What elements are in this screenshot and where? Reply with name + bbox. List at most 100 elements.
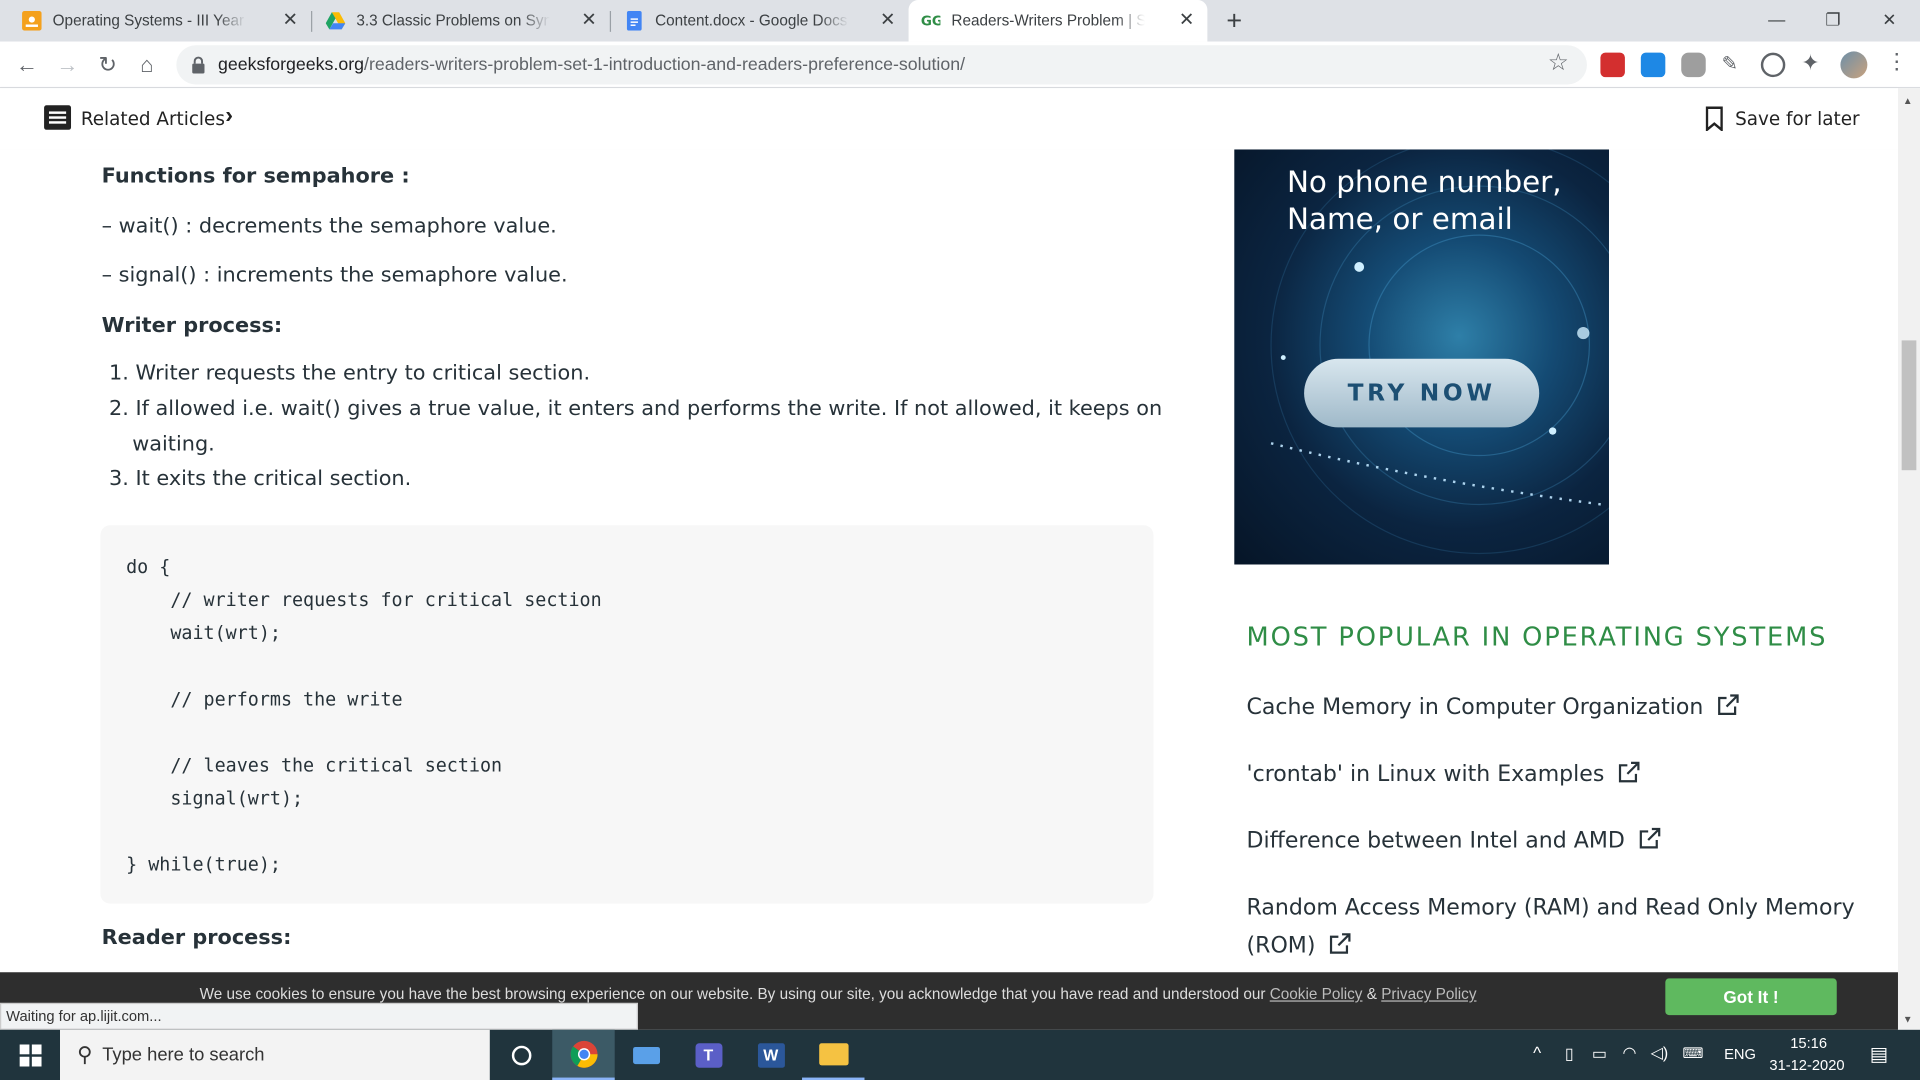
url-host: geeksforgeeks.org (217, 55, 365, 75)
screen-extension-icon[interactable] (1640, 52, 1666, 78)
external-link-icon[interactable] (1716, 693, 1740, 717)
tab-operating-systems[interactable]: Operating Systems - III Year IT (B ✕ (10, 0, 311, 42)
popular-link-text[interactable]: Cache Memory in Computer Organization (1247, 694, 1704, 720)
language-indicator[interactable]: ENG (1724, 1046, 1756, 1063)
scrollbar-thumb[interactable] (1901, 340, 1917, 471)
popular-link-text[interactable]: 'crontab' in Linux with Examples (1247, 762, 1605, 788)
close-tab-icon[interactable]: ✕ (877, 10, 899, 32)
writer-step-1: 1. Writer requests the entry to critical… (108, 361, 591, 386)
pdf-extension-icon[interactable] (1600, 52, 1625, 78)
scroll-down-icon[interactable]: ▼ (1903, 1014, 1913, 1025)
related-articles-label[interactable]: Related Articles (81, 108, 225, 130)
tab-google-docs[interactable]: Content.docx - Google Docs ✕ (612, 0, 908, 42)
popular-link-text[interactable]: Difference between Intel and AMD (1247, 828, 1625, 854)
close-tab-icon[interactable]: ✕ (1176, 10, 1198, 32)
save-for-later-label[interactable]: Save for later (1735, 108, 1859, 130)
battery-icon[interactable]: ▭ (1592, 1044, 1607, 1064)
forward-icon[interactable]: → (53, 50, 82, 79)
keyboard-icon[interactable]: ⌨ (1682, 1044, 1703, 1061)
tray-device-icon[interactable]: ▯ (1565, 1044, 1574, 1064)
bookmark-star-icon[interactable]: ☆ (1548, 49, 1569, 77)
popular-link-text[interactable]: Random Access Memory (RAM) and Read Only… (1247, 895, 1855, 921)
popular-link[interactable]: Difference between Intel and AMD (1247, 822, 1859, 860)
external-link-icon[interactable] (1328, 932, 1352, 956)
extensions-puzzle-icon[interactable]: ✦ (1801, 50, 1819, 76)
code-line: // writer requests for critical section (126, 588, 602, 612)
popular-link[interactable]: Cache Memory in Computer Organization (1247, 688, 1859, 726)
page-content: Functions for sempahore : – wait() : dec… (0, 149, 1898, 973)
got-it-button[interactable]: Got It ! (1665, 978, 1837, 1016)
ad-banner[interactable]: No phone number, Name, or email TRY NOW (1234, 149, 1609, 565)
clock-date[interactable]: 31-12-2020 (1769, 1057, 1844, 1074)
eyedropper-extension-icon[interactable]: ✎ (1722, 51, 1738, 75)
close-window-icon[interactable]: ✕ (1861, 0, 1917, 39)
restore-icon[interactable]: ❐ (1805, 0, 1861, 39)
cookie-message: We use cookies to ensure you have the be… (199, 985, 1266, 1003)
related-articles-icon (44, 105, 72, 130)
windows-taskbar: ⚲ Type here to search T W ^ ▯ ▭ ◠ ◁) ⌨ E… (0, 1029, 1920, 1080)
popular-link-text-cont[interactable]: (ROM) (1247, 933, 1316, 959)
scroll-up-icon[interactable]: ▲ (1903, 96, 1913, 107)
writer-step-2-cont: waiting. (132, 432, 215, 457)
lock-icon (192, 56, 205, 74)
close-tab-icon[interactable]: ✕ (578, 10, 600, 32)
code-line: wait(wrt); (126, 622, 281, 645)
popular-link[interactable]: Random Access Memory (RAM) and Read Only… (1247, 889, 1859, 965)
tray-chevron-icon[interactable]: ^ (1533, 1043, 1541, 1063)
cookie-policy-link[interactable]: Cookie Policy (1270, 986, 1363, 1003)
close-tab-icon[interactable]: ✕ (279, 10, 301, 32)
new-tab-icon[interactable]: + (1220, 6, 1249, 35)
code-line: do { (126, 555, 171, 578)
chrome-taskbar-icon[interactable] (552, 1029, 615, 1080)
try-now-button[interactable]: TRY NOW (1304, 358, 1540, 428)
tab-classic-problems[interactable]: 3.3 Classic Problems on Synchron ✕ (313, 0, 609, 42)
teams-icon[interactable]: T (677, 1030, 739, 1080)
home-icon[interactable]: ⌂ (132, 50, 161, 79)
page-scrollbar[interactable]: ▲ ▼ (1897, 88, 1920, 1032)
volume-icon[interactable]: ◁) (1651, 1043, 1669, 1063)
menu-kebab-icon[interactable]: ⋮ (1886, 49, 1908, 75)
clock-time[interactable]: 15:16 (1790, 1035, 1827, 1052)
profile-avatar[interactable] (1840, 51, 1868, 79)
code-line: } while(true); (126, 853, 281, 876)
chevron-right-icon[interactable]: › (225, 103, 233, 130)
gfg-icon: GG (921, 15, 941, 30)
external-link-icon[interactable] (1637, 827, 1661, 851)
tab-title: Readers-Writers Problem | Set 1 ( (951, 12, 1144, 30)
tab-readers-writers[interactable]: GG Readers-Writers Problem | Set 1 ( ✕ (908, 0, 1208, 42)
bookmark-icon[interactable] (1705, 106, 1723, 132)
writer-step-2: 2. If allowed i.e. wait() gives a true v… (108, 396, 1163, 422)
cookie-ampersand: & (1366, 985, 1377, 1003)
search-icon: ⚲ (77, 1042, 93, 1066)
wifi-icon[interactable]: ◠ (1622, 1043, 1636, 1063)
cortana-icon[interactable] (490, 1030, 552, 1080)
writer-heading: Writer process: (101, 313, 283, 338)
address-bar[interactable]: geeksforgeeks.org/readers-writers-proble… (176, 45, 1587, 85)
windows-start-icon[interactable] (0, 1030, 60, 1080)
taskbar-search[interactable]: ⚲ Type here to search (60, 1029, 490, 1080)
docs-icon (626, 11, 642, 31)
external-link-icon[interactable] (1617, 760, 1641, 784)
drive-icon (325, 12, 346, 30)
word-icon[interactable]: W (740, 1030, 802, 1080)
status-bubble: Waiting for ap.lijit.com... (0, 1002, 638, 1030)
timer-extension-icon[interactable] (1760, 52, 1786, 78)
code-line: signal(wrt); (126, 787, 304, 810)
tab-title: 3.3 Classic Problems on Synchron (356, 12, 549, 30)
notification-icon[interactable]: ▤ (1870, 1042, 1889, 1066)
reload-icon[interactable]: ↻ (93, 50, 122, 79)
ad-headline: No phone number, Name, or email (1287, 164, 1562, 237)
tab-title: Operating Systems - III Year IT (B (52, 12, 246, 30)
minimize-icon[interactable]: — (1749, 0, 1805, 39)
reader-heading: Reader process: (101, 925, 292, 951)
privacy-policy-link[interactable]: Privacy Policy (1381, 986, 1476, 1003)
camera-extension-icon[interactable] (1681, 52, 1706, 78)
ship-app-icon[interactable] (615, 1030, 677, 1080)
site-header: Related Articles › Save for later (0, 88, 1898, 150)
popular-link[interactable]: 'crontab' in Linux with Examples (1247, 756, 1859, 794)
svg-text:GG: GG (921, 15, 941, 30)
wait-description: – wait() : decrements the semaphore valu… (101, 214, 557, 239)
file-explorer-icon[interactable] (802, 1030, 865, 1080)
back-icon[interactable]: ← (12, 50, 41, 79)
ad-line-2: Name, or email (1286, 202, 1513, 237)
